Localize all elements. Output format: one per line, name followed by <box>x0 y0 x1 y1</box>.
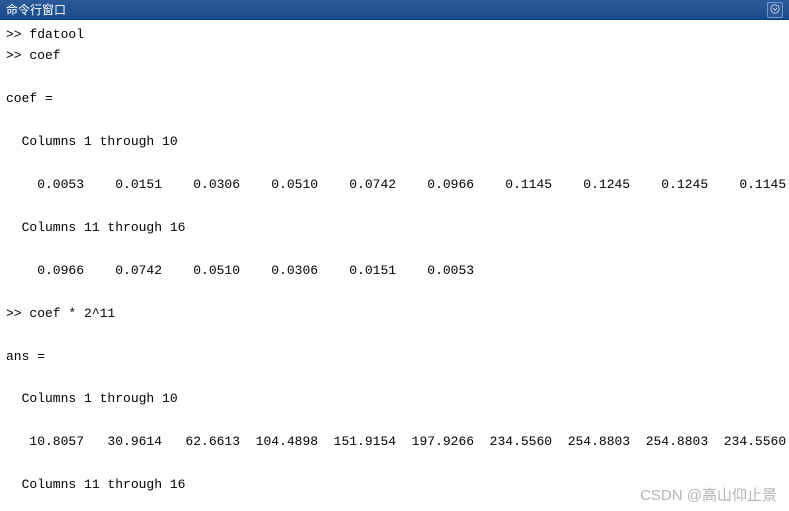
output-line: Columns 11 through 16 <box>6 474 783 495</box>
output-line: Columns 11 through 16 <box>6 217 783 238</box>
blank-line <box>6 324 783 345</box>
blank-line <box>6 110 783 131</box>
output-line: Columns 1 through 10 <box>6 388 783 409</box>
output-line: Columns 1 through 10 <box>6 131 783 152</box>
blank-line <box>6 367 783 388</box>
output-line: 10.8057 30.9614 62.6613 104.4898 151.915… <box>6 431 783 452</box>
command-prompt-line: >> fdatool <box>6 24 783 45</box>
output-line: coef = <box>6 88 783 109</box>
command-window-content[interactable]: >> fdatool>> coef coef = Columns 1 throu… <box>0 20 789 511</box>
blank-line <box>6 67 783 88</box>
blank-line <box>6 453 783 474</box>
output-line: 0.0966 0.0742 0.0510 0.0306 0.0151 0.005… <box>6 260 783 281</box>
command-prompt-line: >> coef <box>6 45 783 66</box>
blank-line <box>6 196 783 217</box>
window-title: 命令行窗口 <box>6 0 767 20</box>
blank-line <box>6 410 783 431</box>
output-line: ans = <box>6 346 783 367</box>
blank-line <box>6 496 783 511</box>
blank-line <box>6 153 783 174</box>
command-prompt-line: >> coef * 2^11 <box>6 303 783 324</box>
blank-line <box>6 281 783 302</box>
chevron-down-circle-icon <box>770 0 780 20</box>
output-line: 0.0053 0.0151 0.0306 0.0510 0.0742 0.096… <box>6 174 783 195</box>
dropdown-button[interactable] <box>767 2 783 18</box>
titlebar: 命令行窗口 <box>0 0 789 20</box>
blank-line <box>6 238 783 259</box>
